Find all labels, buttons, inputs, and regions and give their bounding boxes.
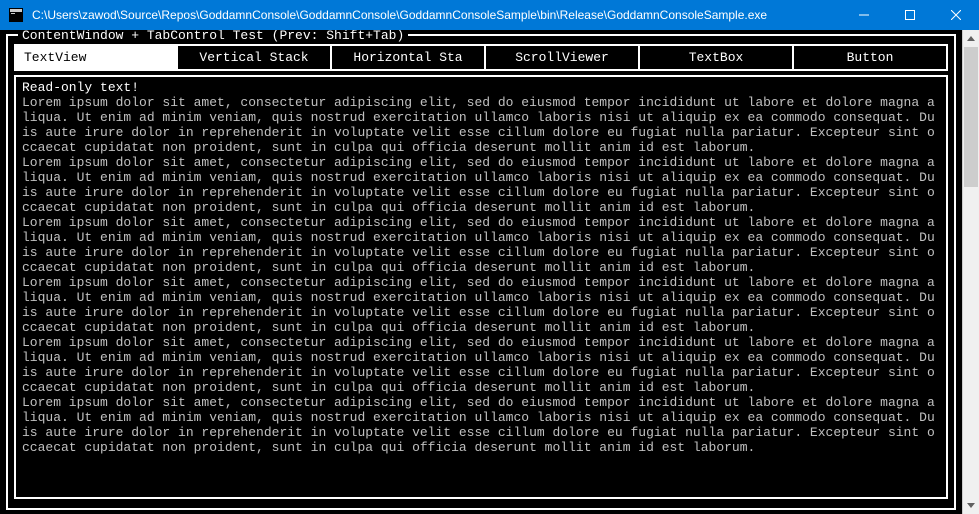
tab-bar: TextViewVertical StackHorizontal StaScro…	[14, 44, 948, 71]
window-title: C:\Users\zawod\Source\Repos\GoddamnConso…	[32, 8, 841, 22]
content-header-line: Read-only text!	[22, 80, 139, 95]
content-window-frame: ContentWindow + TabControl Test (Prev: S…	[6, 34, 956, 510]
console-area: ContentWindow + TabControl Test (Prev: S…	[0, 30, 979, 514]
minimize-button[interactable]	[841, 0, 887, 30]
tab-textbox[interactable]: TextBox	[638, 44, 794, 71]
window-titlebar: C:\Users\zawod\Source\Repos\GoddamnConso…	[0, 0, 979, 30]
tab-vertical-stack[interactable]: Vertical Stack	[176, 44, 332, 71]
content-panel: Read-only text! Lorem ipsum dolor sit am…	[14, 75, 948, 499]
vertical-scrollbar[interactable]	[962, 30, 979, 514]
text-view-content: Read-only text! Lorem ipsum dolor sit am…	[22, 80, 940, 455]
tab-textview[interactable]: TextView	[14, 44, 178, 71]
close-button[interactable]	[933, 0, 979, 30]
app-icon	[8, 7, 24, 23]
frame-title: ContentWindow + TabControl Test (Prev: S…	[18, 30, 408, 43]
tab-scrollviewer[interactable]: ScrollViewer	[484, 44, 640, 71]
scroll-down-button[interactable]	[963, 497, 979, 514]
tab-horizontal-sta[interactable]: Horizontal Sta	[330, 44, 486, 71]
window-controls	[841, 0, 979, 30]
tab-button[interactable]: Button	[792, 44, 948, 71]
scroll-up-button[interactable]	[963, 30, 979, 47]
scroll-thumb[interactable]	[964, 47, 978, 187]
maximize-button[interactable]	[887, 0, 933, 30]
